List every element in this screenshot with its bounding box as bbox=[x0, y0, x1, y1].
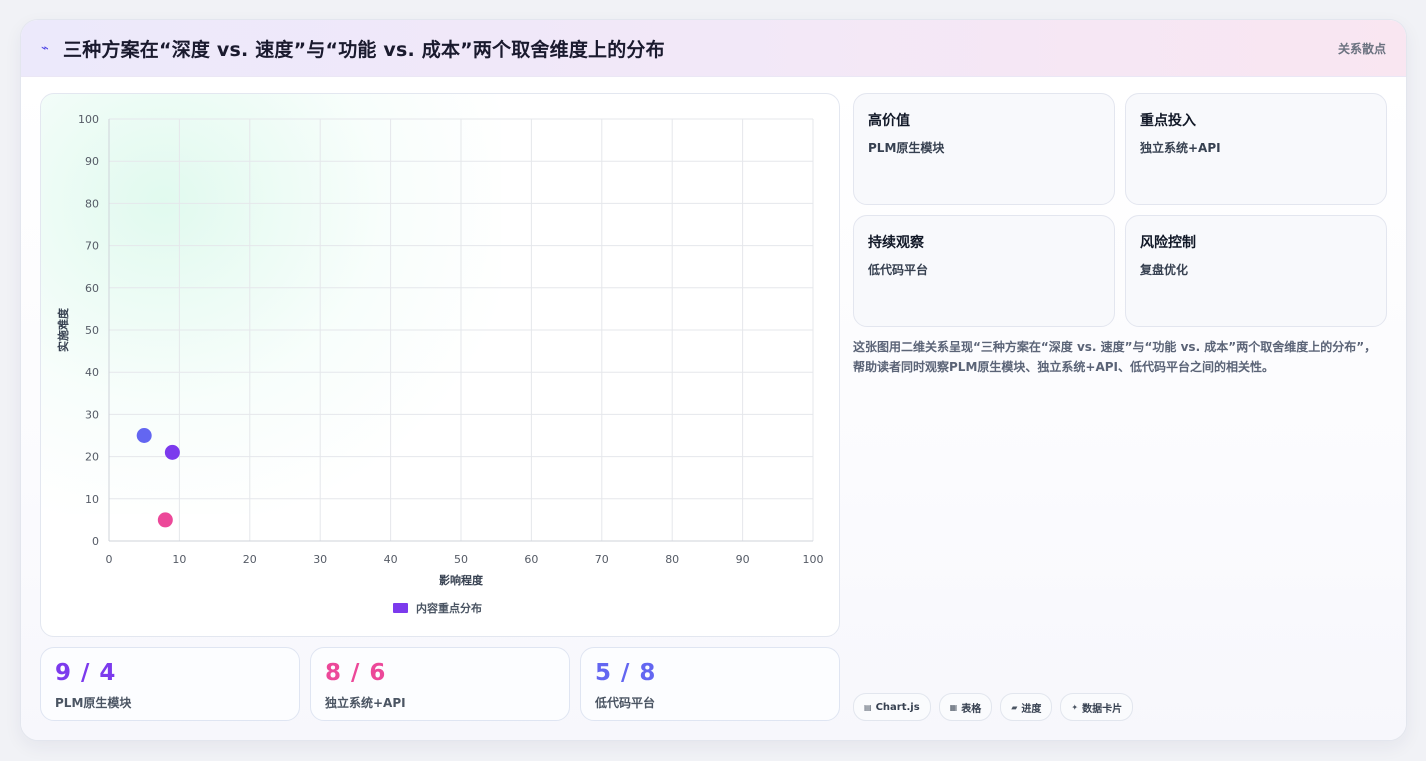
x-tick-label: 90 bbox=[736, 553, 750, 566]
x-tick-label: 70 bbox=[595, 553, 609, 566]
chart-icon: ▤ bbox=[864, 702, 872, 712]
stat-label: PLM原生模块 bbox=[55, 696, 132, 710]
tech-chip-row: ▤ Chart.js ▦ 表格 ▰ 进度 ✦ 数据卡片 bbox=[853, 693, 1134, 721]
x-axis-title: 影响程度 bbox=[439, 573, 484, 587]
x-tick-label: 40 bbox=[384, 553, 398, 566]
stat-card-3: 5 / 8 低代码平台 bbox=[580, 647, 840, 721]
header-bar: ⌁ 三种方案在“深度 vs. 速度”与“功能 vs. 成本”两个取舍维度上的分布… bbox=[21, 20, 1406, 77]
x-tick-label: 30 bbox=[313, 553, 327, 566]
chip-data-card[interactable]: ✦ 数据卡片 bbox=[1060, 693, 1134, 721]
quadrant-value: 独立系统+API bbox=[1140, 141, 1221, 155]
stat-value: 9 / 4 bbox=[55, 660, 117, 686]
scatter-point bbox=[157, 512, 173, 528]
main-card: ⌁ 三种方案在“深度 vs. 速度”与“功能 vs. 成本”两个取舍维度上的分布… bbox=[20, 19, 1407, 741]
stat-label: 独立系统+API bbox=[325, 696, 406, 710]
x-tick-label: 10 bbox=[172, 553, 186, 566]
y-tick-label: 20 bbox=[85, 451, 99, 464]
chip-label: Chart.js bbox=[875, 701, 920, 713]
chart-description: 这张图用二维关系呈现“三种方案在“深度 vs. 速度”与“功能 vs. 成本”两… bbox=[853, 340, 1377, 374]
x-tick-label: 60 bbox=[524, 553, 538, 566]
table-icon: ▦ bbox=[949, 702, 958, 712]
chip-chartjs[interactable]: ▤ Chart.js bbox=[853, 693, 931, 721]
quadrant-card-focus-investment: 重点投入 独立系统+API bbox=[1125, 93, 1387, 205]
quadrant-value: 低代码平台 bbox=[868, 263, 929, 277]
scatter-point bbox=[136, 428, 152, 443]
quadrant-title: 持续观察 bbox=[868, 235, 924, 251]
quadrant-card-risk-control: 风险控制 复盘优化 bbox=[1125, 215, 1387, 327]
page-title: 三种方案在“深度 vs. 速度”与“功能 vs. 成本”两个取舍维度上的分布 bbox=[63, 38, 665, 61]
quadrant-title: 高价值 bbox=[868, 113, 910, 129]
legend-label: 内容重点分布 bbox=[416, 601, 482, 615]
y-tick-label: 0 bbox=[92, 535, 99, 548]
stat-value: 8 / 6 bbox=[325, 660, 387, 686]
y-tick-label: 90 bbox=[85, 155, 99, 168]
stat-card-2: 8 / 6 独立系统+API bbox=[310, 647, 570, 721]
chip-label: 进度 bbox=[1021, 703, 1042, 715]
quadrant-title: 风险控制 bbox=[1140, 235, 1196, 251]
chart-type-tag: 关系散点 bbox=[1337, 42, 1386, 56]
y-tick-label: 40 bbox=[85, 366, 99, 379]
y-tick-label: 100 bbox=[78, 113, 99, 126]
chip-progress[interactable]: ▰ 进度 bbox=[1000, 693, 1053, 721]
y-axis-title: 实施难度 bbox=[56, 307, 70, 352]
y-tick-label: 30 bbox=[85, 408, 99, 421]
x-tick-label: 20 bbox=[243, 553, 257, 566]
y-tick-label: 60 bbox=[85, 282, 99, 295]
stat-value: 5 / 8 bbox=[595, 660, 657, 686]
quadrant-value: 复盘优化 bbox=[1140, 263, 1189, 277]
y-tick-label: 10 bbox=[85, 493, 99, 506]
quadrant-card-monitor: 持续观察 低代码平台 bbox=[853, 215, 1115, 327]
scatter-chart: 0 10 20 30 40 50 60 70 80 90 100 0 10 20 30 40 50 60 70 80 9… bbox=[56, 113, 824, 615]
x-tick-label: 80 bbox=[665, 553, 679, 566]
chip-label: 数据卡片 bbox=[1082, 703, 1123, 715]
quadrant-value: PLM原生模块 bbox=[868, 141, 945, 155]
chip-table[interactable]: ▦ 表格 bbox=[938, 693, 993, 721]
lightning-icon: ⌁ bbox=[41, 40, 49, 56]
sparkle-icon: ✦ bbox=[1071, 702, 1079, 712]
x-tick-label: 50 bbox=[454, 553, 468, 566]
y-tick-label: 80 bbox=[85, 197, 99, 210]
stat-label: 低代码平台 bbox=[595, 696, 656, 710]
chart-panel: 0 10 20 30 40 50 60 70 80 90 100 0 10 20 30 40 50 60 70 80 9… bbox=[40, 93, 840, 637]
quadrant-title: 重点投入 bbox=[1140, 113, 1196, 129]
progress-icon: ▰ bbox=[1011, 702, 1018, 712]
quadrant-card-high-value: 高价值 PLM原生模块 bbox=[853, 93, 1115, 205]
scatter-point bbox=[164, 444, 180, 460]
x-tick-label: 0 bbox=[106, 553, 113, 566]
y-tick-label: 50 bbox=[85, 324, 99, 337]
x-tick-label: 100 bbox=[803, 553, 824, 566]
chip-label: 表格 bbox=[961, 703, 982, 715]
y-tick-label: 70 bbox=[85, 240, 99, 253]
legend-swatch bbox=[393, 603, 408, 613]
stat-card-1: 9 / 4 PLM原生模块 bbox=[40, 647, 300, 721]
